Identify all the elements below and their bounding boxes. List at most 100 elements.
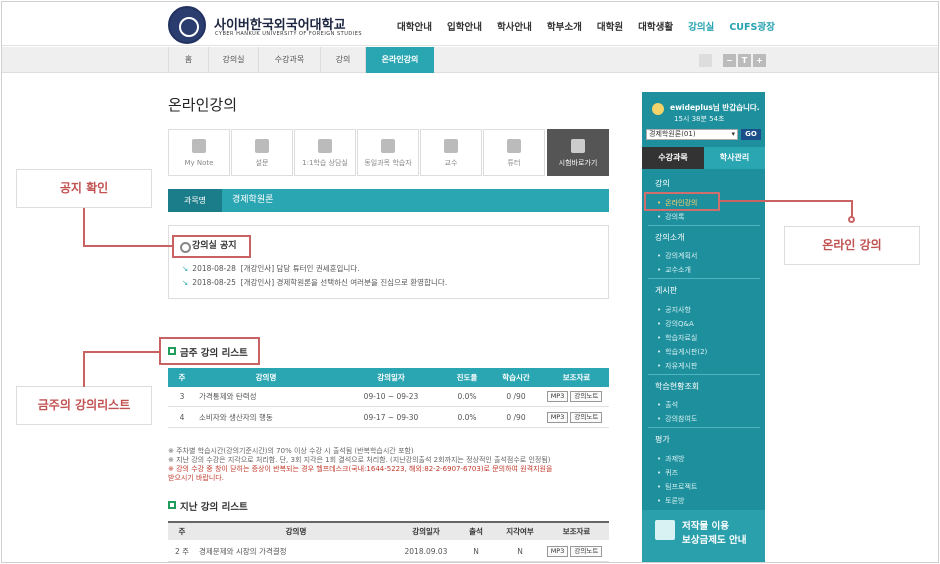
user-greeting: ewideplus님 반갑습니다. xyxy=(670,103,760,112)
consult-button[interactable]: 1:1학습 상담실 xyxy=(294,129,356,176)
sidebar-item-online-lecture[interactable]: 온라인강의 xyxy=(657,198,697,208)
tab-academic-management[interactable]: 학사관리 xyxy=(704,147,765,169)
session-time: 15시 38분 54초 xyxy=(674,115,725,123)
sidebar-item-discussion[interactable]: 토론방 xyxy=(657,496,684,506)
page-title: 온라인강의 xyxy=(168,96,238,114)
helpdesk-note-cont: 받으시기 바랍니다. xyxy=(168,474,224,482)
sidebar-category[interactable]: 평가 xyxy=(655,434,670,445)
mp3-button[interactable]: MP3 xyxy=(546,391,569,402)
logo-english-text: CYBER HANKUK UNIVERSITY OF FOREIGN STUDI… xyxy=(215,31,363,37)
notice-item[interactable]: ↘ 2018-08-28 [개강인사] 담당 튜터인 권세훈입니다. xyxy=(182,263,360,274)
divider xyxy=(648,225,760,226)
course-name[interactable]: 경제학원론 xyxy=(232,189,273,212)
square-bullet-icon xyxy=(168,347,176,355)
classmates-button[interactable]: 동일과목 학습자 xyxy=(357,129,419,176)
divider xyxy=(648,427,760,428)
tab-courses[interactable]: 수강과목 xyxy=(258,47,320,73)
id-card-icon xyxy=(507,139,521,153)
sidebar-category[interactable]: 학습현황조회 xyxy=(655,381,699,392)
page-frame: 사이버한국외국어대학교 CYBER HANKUK UNIVERSITY OF F… xyxy=(1,1,939,563)
printer-icon[interactable] xyxy=(699,54,712,67)
callout-line xyxy=(83,245,172,247)
notice-item[interactable]: ↘ 2018-08-25 [개강인사] 경제학원론을 선택하신 여러분을 진심으로… xyxy=(182,277,447,288)
lecture-note-button[interactable]: 강의노트 xyxy=(570,391,603,402)
list-icon xyxy=(381,139,395,153)
clipboard-icon xyxy=(255,139,269,153)
table-row[interactable]: 3 가격통제와 탄력성 09-10 ~ 09-23 0.0% 0 /90 MP3… xyxy=(168,387,609,407)
helpdesk-note: ※ 강의 수강 중 창이 닫히는 증상이 반복되는 경우 헬프데스크(국내:16… xyxy=(168,465,553,473)
sidebar-item-lecture-notes[interactable]: 강의록 xyxy=(657,212,684,222)
divider xyxy=(648,374,760,375)
nav-item-academic[interactable]: 학사안내 xyxy=(497,19,532,33)
notebook-icon xyxy=(192,139,206,153)
professor-button[interactable]: 교수 xyxy=(420,129,482,176)
survey-button[interactable]: 설문 xyxy=(231,129,293,176)
lecture-note-button[interactable]: 강의노트 xyxy=(570,546,603,557)
sidebar-item-free-board[interactable]: 자유게시판 xyxy=(657,361,697,371)
go-button[interactable]: GO xyxy=(741,129,761,140)
callout-line xyxy=(83,208,85,246)
nav-item-cufs-plaza[interactable]: CUFS광장 xyxy=(729,19,775,33)
font-reset-button[interactable]: T xyxy=(738,54,751,67)
sidebar-category[interactable]: 강의 xyxy=(655,178,670,189)
flag-icon xyxy=(655,520,675,540)
sidebar-item-attendance[interactable]: 출석 xyxy=(657,400,678,410)
sidebar-item-quiz[interactable]: 퀴즈 xyxy=(657,468,678,478)
notice-title[interactable]: 강의실 공지 xyxy=(172,235,251,258)
copyright-banner[interactable]: 저작물 이용 보상금제도 안내 xyxy=(642,510,765,562)
nav-item-about[interactable]: 대학안내 xyxy=(397,19,432,33)
weekly-table-header: 주 강의명 강의일자 진도율 학습시간 보조자료 xyxy=(168,368,609,387)
table-row[interactable]: 4 소비자와 생산자의 행동 09-17 ~ 09-30 0.0% 0 /90 … xyxy=(168,408,609,428)
course-bar: 과목명 경제학원론 xyxy=(168,189,609,212)
nav-item-classroom[interactable]: 강의실 xyxy=(688,19,714,33)
my-note-button[interactable]: My Note xyxy=(168,129,230,176)
callout-dot xyxy=(848,216,855,223)
sidebar-item-syllabus[interactable]: 강의계획서 xyxy=(657,251,697,261)
nav-item-departments[interactable]: 학부소개 xyxy=(547,19,582,33)
table-row[interactable]: 2 주 경제문제와 시장의 가격결정 2018.09.03 N N MP3 강의노… xyxy=(168,542,609,562)
sidebar-item-notices[interactable]: 공지사항 xyxy=(657,305,691,315)
main-nav: 대학안내 입학안내 학사안내 학부소개 대학원 대학생활 강의실 CUFS광장 xyxy=(397,19,790,33)
university-seal-logo[interactable] xyxy=(168,6,206,44)
divider xyxy=(648,278,760,279)
sidebar-category[interactable]: 게시판 xyxy=(655,285,677,296)
course-select[interactable]: 경제학원론(01) ▾ xyxy=(646,129,738,140)
lecture-note-button[interactable]: 강의노트 xyxy=(570,412,603,423)
font-increase-button[interactable]: + xyxy=(753,54,766,67)
sidebar-item-qna[interactable]: 강의Q&A xyxy=(657,319,694,329)
nav-item-campus-life[interactable]: 대학생활 xyxy=(638,19,673,33)
sidebar-item-participation[interactable]: 강의참여도 xyxy=(657,414,697,424)
mp3-button[interactable]: MP3 xyxy=(546,546,569,557)
font-decrease-button[interactable]: − xyxy=(723,54,736,67)
tab-home[interactable]: 홈 xyxy=(168,47,208,73)
tab-online-lecture[interactable]: 온라인강의 xyxy=(365,47,434,73)
mp3-button[interactable]: MP3 xyxy=(546,412,569,423)
sidebar-item-assignments[interactable]: 과제방 xyxy=(657,454,684,464)
callout-line xyxy=(83,351,160,353)
weekly-list-title: 금주 강의 리스트 xyxy=(168,345,248,359)
callout-line xyxy=(83,351,85,387)
tab-enrolled-courses[interactable]: 수강과목 xyxy=(642,147,704,169)
person-icon xyxy=(444,139,458,153)
nav-item-graduate[interactable]: 대학원 xyxy=(597,19,623,33)
callout-weekly-list: 금주의 강의리스트 xyxy=(16,386,152,425)
past-table-header: 주 강의명 강의일자 출석 지각여부 보조자료 xyxy=(168,521,609,540)
nav-item-admission[interactable]: 입학안내 xyxy=(447,19,482,33)
callout-notice: 공지 확인 xyxy=(16,169,152,208)
tutor-button[interactable]: 튜터 xyxy=(483,129,545,176)
user-avatar-icon xyxy=(652,103,664,115)
sidebar-category[interactable]: 강의소개 xyxy=(655,232,684,243)
sidebar-item-professor[interactable]: 교수소개 xyxy=(657,265,691,275)
tab-classroom[interactable]: 강의실 xyxy=(208,47,258,73)
sidebar-item-team-project[interactable]: 팀프로젝트 xyxy=(657,482,697,492)
sidebar-item-study-board[interactable]: 학습게시판(2) xyxy=(657,347,707,357)
arrow-icon: ↘ xyxy=(182,278,189,287)
arrow-icon: ↘ xyxy=(182,264,189,273)
callout-line xyxy=(720,200,852,202)
chevron-down-icon: ▾ xyxy=(731,130,735,138)
sidebar-item-materials[interactable]: 학습자료실 xyxy=(657,333,697,343)
tab-lecture[interactable]: 강의 xyxy=(320,47,365,73)
exam-shortcut-button[interactable]: 시험바로가기 xyxy=(547,129,609,176)
breadcrumb-bar xyxy=(2,47,938,73)
callout-online-lecture: 온라인 강의 xyxy=(784,226,920,265)
